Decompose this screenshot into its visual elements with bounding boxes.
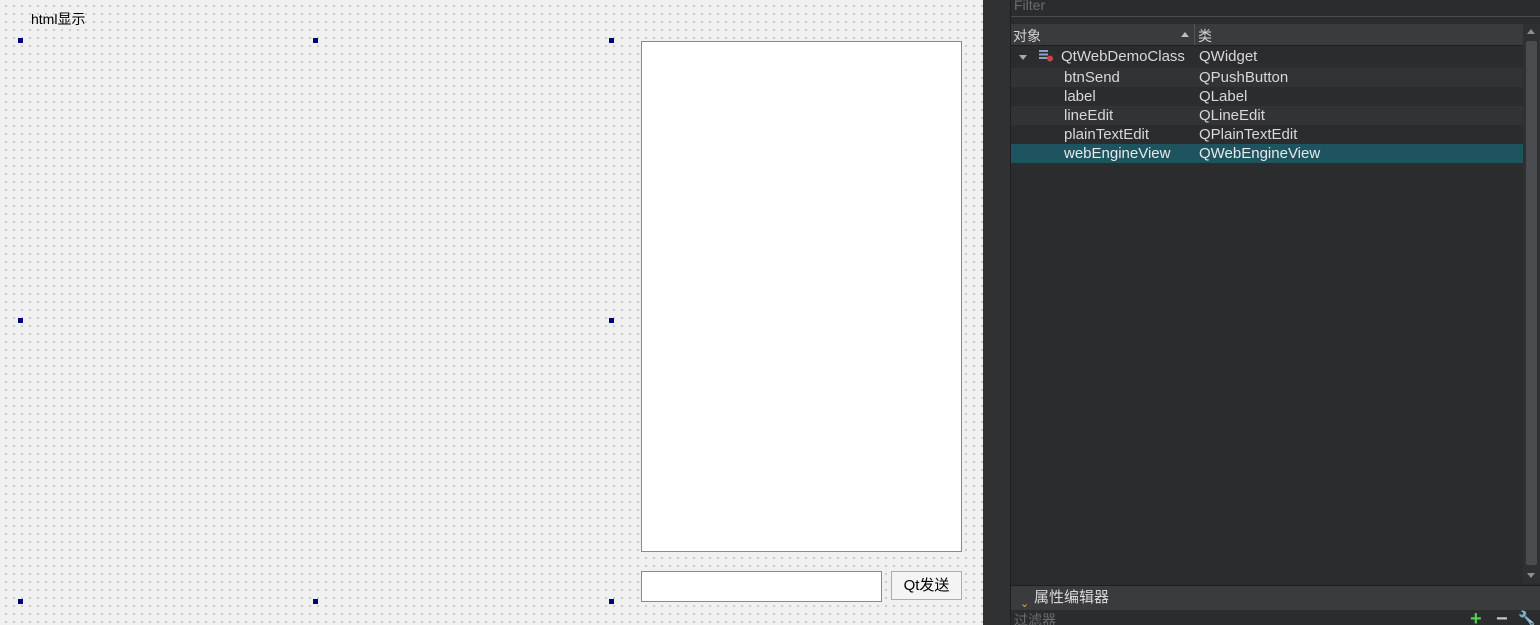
line-edit[interactable] (641, 571, 882, 602)
resize-handle-top-left[interactable] (18, 38, 23, 43)
header-object[interactable]: 对象 (1013, 26, 1041, 46)
send-button[interactable]: Qt发送 (891, 571, 962, 600)
form-widget-icon (1039, 50, 1053, 62)
tree-row-root[interactable]: QtWebDemoClass QWidget (1011, 47, 1523, 66)
resize-handle-bottom-right[interactable] (609, 599, 614, 604)
sort-ascending-icon (1181, 32, 1189, 37)
root-object-class: QWidget (1199, 48, 1258, 65)
object-filter-input[interactable]: Filter (1011, 0, 1540, 17)
header-class[interactable]: 类 (1198, 26, 1212, 46)
object-name: plainTextEdit (1064, 126, 1150, 143)
resize-handle-left[interactable] (18, 318, 23, 323)
property-editor-title-bar[interactable]: ⌄ 属性编辑器 (1011, 585, 1540, 610)
html-display-label[interactable]: html显示 (31, 9, 85, 29)
object-name: lineEdit (1064, 107, 1114, 124)
scroll-up-icon[interactable] (1527, 29, 1535, 34)
tree-row-webengineview[interactable]: webEngineView QWebEngineView (1011, 144, 1523, 163)
property-filter-input[interactable]: 过滤器 (1011, 610, 1469, 625)
splitter[interactable] (983, 0, 1010, 625)
column-divider[interactable] (1194, 24, 1195, 45)
object-class: QPlainTextEdit (1199, 126, 1298, 143)
resize-handle-right[interactable] (609, 318, 614, 323)
object-class: QLineEdit (1199, 107, 1265, 124)
expand-arrow-icon[interactable] (1019, 55, 1027, 60)
object-class: QPushButton (1199, 69, 1289, 86)
tree-scrollbar[interactable] (1523, 24, 1540, 583)
tree-header: 对象 类 (1011, 24, 1523, 46)
tree-row-label[interactable]: label QLabel (1011, 87, 1523, 106)
scroll-down-icon[interactable] (1527, 573, 1535, 578)
resize-handle-top-right[interactable] (609, 38, 614, 43)
wrench-icon[interactable]: 🔧 (1518, 611, 1535, 625)
add-property-icon[interactable]: + (1470, 609, 1482, 625)
plain-text-edit[interactable] (641, 41, 962, 552)
resize-handle-bottom-left[interactable] (18, 599, 23, 604)
scrollbar-thumb[interactable] (1526, 41, 1537, 565)
resize-handle-bottom[interactable] (313, 599, 318, 604)
remove-property-icon[interactable]: − (1496, 609, 1508, 625)
form-canvas[interactable]: html显示 Qt发送 (0, 0, 983, 625)
root-object-name: QtWebDemoClass (1061, 48, 1185, 65)
object-class: QLabel (1199, 88, 1248, 105)
object-name: webEngineView (1064, 145, 1171, 162)
tree-row-lineedit[interactable]: lineEdit QLineEdit (1011, 106, 1523, 125)
object-name: btnSend (1064, 69, 1120, 86)
object-name: label (1064, 88, 1096, 105)
tree-row-plaintextedit[interactable]: plainTextEdit QPlainTextEdit (1011, 125, 1523, 144)
property-editor-title: 属性编辑器 (1034, 589, 1110, 606)
resize-handle-top[interactable] (313, 38, 318, 43)
tree-row-btnsend[interactable]: btnSend QPushButton (1011, 68, 1523, 87)
object-class: QWebEngineView (1199, 145, 1321, 162)
